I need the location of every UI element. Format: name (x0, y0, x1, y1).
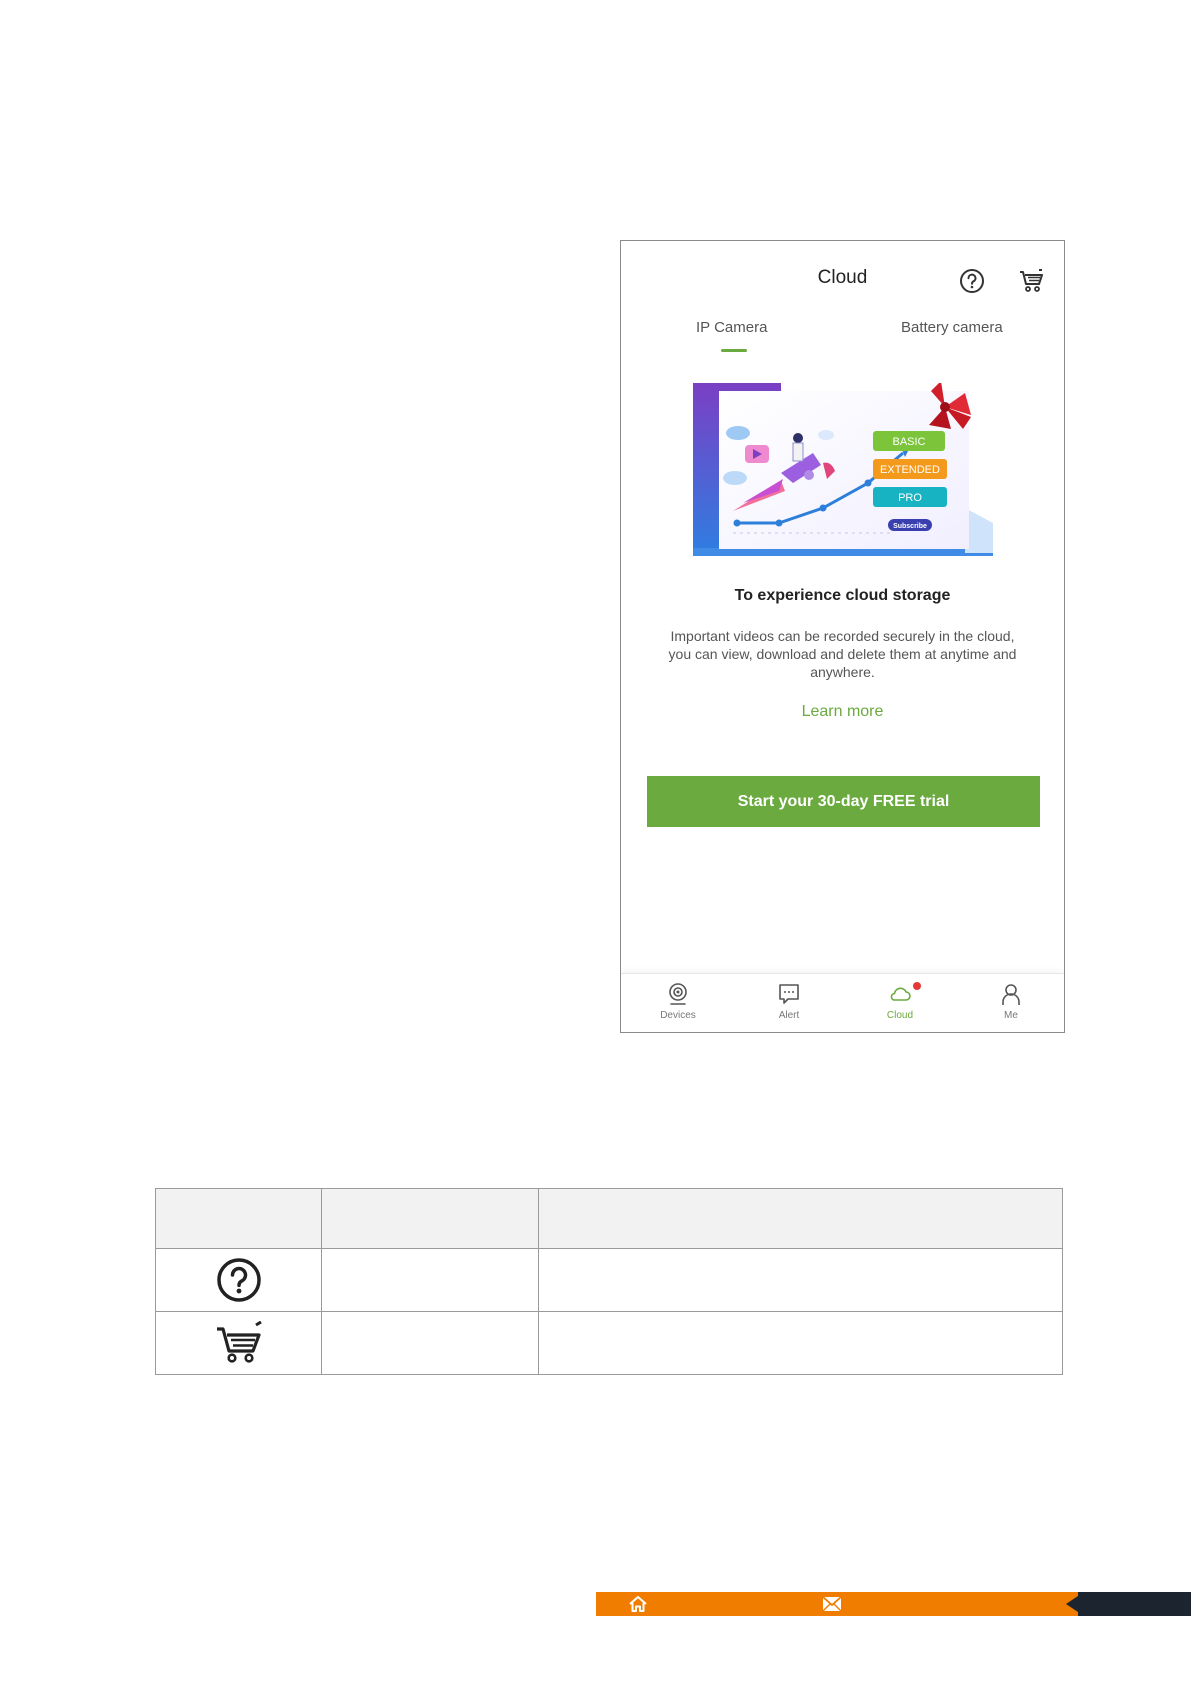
table-header-cell (538, 1188, 1063, 1249)
help-icon (216, 1258, 261, 1302)
person-icon (1002, 984, 1020, 1005)
table-cell (538, 1248, 1063, 1312)
table-cell-icon (155, 1311, 322, 1375)
promo-description: Important videos can be recorded securel… (668, 628, 1017, 680)
table-header-cell (155, 1188, 322, 1249)
nav-label-cloud: Cloud (886, 1010, 914, 1021)
cloud-icon (890, 987, 911, 1001)
plan-pro-label: PRO (898, 492, 922, 504)
table-cell (538, 1311, 1063, 1375)
cart-icon[interactable] (1018, 267, 1046, 295)
table-cell (321, 1248, 539, 1312)
bottom-navigation: Devices Alert Cloud Me (621, 973, 1064, 1032)
nav-item-alert[interactable]: Alert (754, 982, 824, 1021)
tab-ip-camera[interactable]: IP Camera (696, 319, 767, 336)
table-header-cell (321, 1188, 539, 1249)
nav-label-devices: Devices (660, 1010, 696, 1021)
camera-icon (669, 983, 687, 1005)
message-icon (779, 984, 799, 1004)
promo-headline: To experience cloud storage (734, 587, 951, 604)
footer-bar (596, 1592, 1191, 1616)
home-icon[interactable] (628, 1594, 648, 1614)
active-tab-indicator (721, 349, 747, 352)
start-free-trial-button[interactable]: Start your 30-day FREE trial (647, 776, 1040, 827)
plan-basic-label: BASIC (892, 436, 925, 448)
table-row (155, 1311, 1063, 1375)
footer-dark-segment (1078, 1592, 1191, 1616)
app-screenshot: Cloud IP Camera Battery camera BASIC EXT… (620, 240, 1065, 1033)
table-cell-icon (155, 1248, 322, 1312)
page-title: Cloud (817, 267, 868, 288)
plan-extended-label: EXTENDED (880, 464, 940, 476)
nav-item-me[interactable]: Me (976, 982, 1046, 1021)
subscribe-label: Subscribe (893, 523, 927, 530)
tab-battery-camera[interactable]: Battery camera (901, 319, 1003, 336)
mail-icon[interactable] (822, 1596, 842, 1612)
cloud-plans-illustration: BASIC EXTENDED PRO Subscribe (693, 383, 993, 561)
table-row (155, 1248, 1063, 1312)
nav-label-me: Me (1004, 1010, 1018, 1021)
camera-type-tabs: IP Camera Battery camera (621, 319, 1064, 359)
table-cell (321, 1311, 539, 1375)
notification-dot (913, 982, 921, 990)
nav-item-devices[interactable]: Devices (643, 982, 713, 1021)
footer-notch (1066, 1596, 1078, 1612)
cart-icon (216, 1321, 262, 1363)
nav-item-cloud[interactable]: Cloud (865, 982, 935, 1021)
help-icon[interactable] (958, 267, 986, 295)
nav-label-alert: Alert (778, 1010, 800, 1021)
app-header: Cloud (621, 241, 1064, 321)
table-header-row (155, 1188, 1063, 1249)
icon-table (155, 1188, 1063, 1375)
learn-more-link[interactable]: Learn more (621, 703, 1064, 721)
